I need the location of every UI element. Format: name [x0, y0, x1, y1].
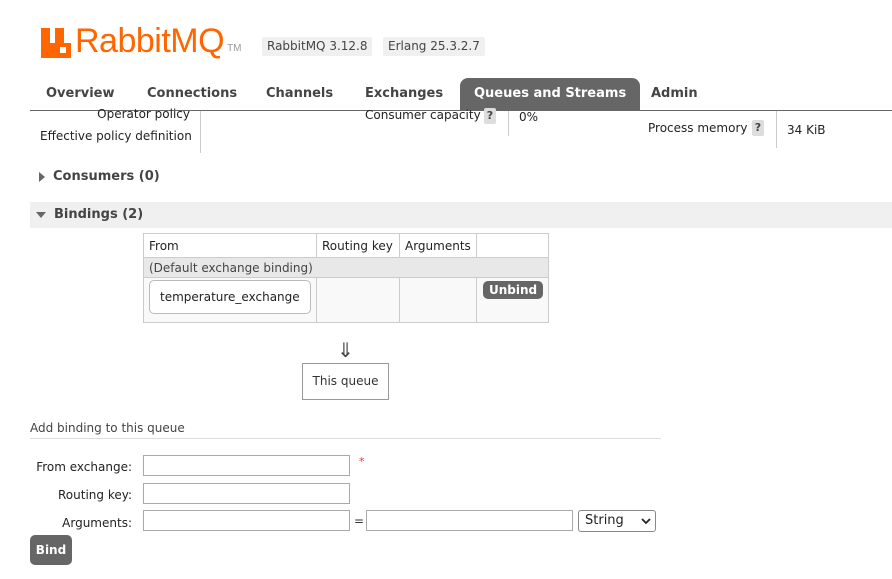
logo-trademark: TM: [227, 43, 242, 54]
consumer-capacity-help-icon[interactable]: ?: [484, 108, 496, 124]
consumer-capacity-value: 0%: [519, 110, 539, 124]
consumer-capacity-label: Consumer capacity: [365, 108, 481, 122]
details-divider: [200, 111, 201, 153]
default-binding-row: (Default exchange binding): [142, 257, 550, 278]
table-row: temperature_exchange Unbind: [143, 277, 550, 323]
bindings-table: From Routing key Arguments (Default exch…: [142, 233, 550, 323]
bind-button[interactable]: Bind: [30, 535, 72, 565]
process-memory-label: Process memory: [648, 121, 748, 135]
logo-text: RabbitMQ: [75, 22, 225, 60]
bindings-section-title: Bindings (2): [54, 207, 144, 222]
this-queue-box: This queue: [302, 363, 389, 400]
column-header-arguments: Arguments: [399, 233, 477, 258]
column-header-routing-key: Routing key: [316, 233, 400, 258]
add-binding-title: Add binding to this queue: [30, 421, 185, 435]
erlang-version-badge: Erlang 25.3.2.7: [383, 37, 485, 56]
binding-routing-key: [316, 277, 400, 323]
tab-exchanges[interactable]: Exchanges: [351, 78, 457, 110]
argument-type-select[interactable]: String: [578, 510, 656, 532]
tab-queues-and-streams[interactable]: Queues and Streams: [460, 78, 641, 110]
add-binding-divider: [30, 438, 661, 439]
rabbitmq-logo-icon: [41, 28, 71, 58]
routing-key-label: Routing key:: [58, 488, 132, 502]
routing-key-input[interactable]: [143, 483, 350, 504]
process-memory-value: 34 KiB: [787, 123, 826, 137]
consumers-section-toggle[interactable]: Consumers (0): [30, 164, 892, 190]
from-exchange-input[interactable]: [143, 455, 350, 476]
details-divider: [508, 111, 509, 136]
from-exchange-label: From exchange:: [36, 460, 132, 474]
arguments-label: Arguments:: [62, 516, 132, 530]
tab-overview[interactable]: Overview: [32, 78, 129, 110]
table-header-row: From Routing key Arguments: [143, 233, 550, 258]
argument-type-selected: String: [585, 513, 624, 528]
details-divider: [776, 111, 777, 148]
consumers-section-title: Consumers (0): [53, 169, 160, 184]
rabbitmq-version-badge: RabbitMQ 3.12.8: [262, 37, 373, 56]
argument-key-input[interactable]: [143, 510, 350, 531]
required-marker: *: [359, 455, 365, 468]
binding-arguments: [399, 277, 477, 323]
rabbitmq-logo: RabbitMQ TM: [41, 18, 242, 58]
unbind-button[interactable]: Unbind: [483, 281, 544, 299]
operator-policy-label: Operator policy: [97, 107, 190, 121]
chevron-down-icon: [641, 518, 651, 525]
binding-source-exchange[interactable]: temperature_exchange: [149, 280, 311, 314]
down-arrow-icon: ⇓: [337, 338, 354, 362]
tab-connections[interactable]: Connections: [133, 78, 251, 110]
equals-sign: =: [354, 514, 365, 528]
column-header-actions: [475, 233, 550, 258]
tab-channels[interactable]: Channels: [252, 78, 347, 110]
argument-value-input[interactable]: [366, 510, 573, 531]
effective-policy-label: Effective policy definition: [40, 129, 192, 143]
tab-admin[interactable]: Admin: [637, 78, 712, 110]
column-header-from: From: [143, 233, 317, 258]
expanded-triangle-icon: [36, 211, 46, 218]
process-memory-help-icon[interactable]: ?: [752, 120, 764, 136]
bindings-section-toggle[interactable]: Bindings (2): [30, 202, 892, 228]
default-binding-text: (Default exchange binding): [142, 257, 550, 278]
collapsed-triangle-icon: [39, 171, 45, 182]
